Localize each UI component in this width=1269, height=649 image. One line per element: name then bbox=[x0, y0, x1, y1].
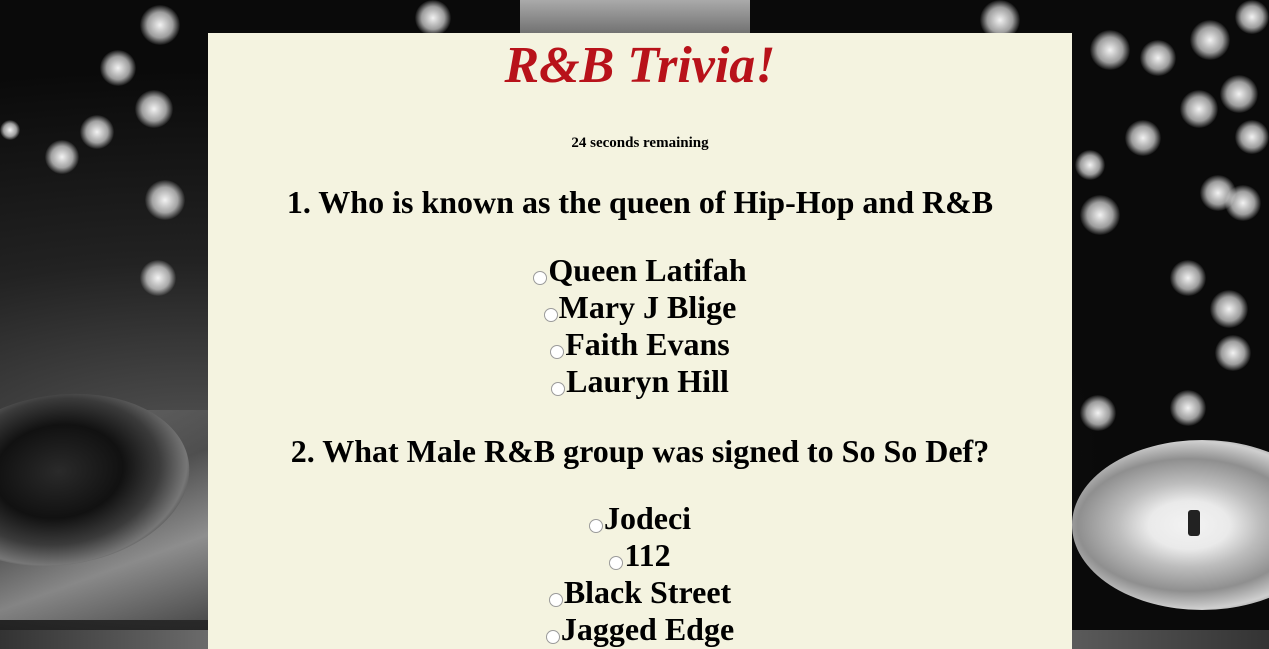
radio-button[interactable] bbox=[545, 630, 560, 644]
question-2-options: Jodeci 112 Black Street Jagged Edge bbox=[208, 500, 1072, 648]
option-label: Lauryn Hill bbox=[566, 363, 729, 399]
option-jodeci[interactable]: Jodeci bbox=[208, 500, 1072, 537]
option-black-street[interactable]: Black Street bbox=[208, 574, 1072, 611]
countdown-timer: 24 seconds remaining bbox=[571, 135, 709, 151]
page-title: R&B Trivia! bbox=[504, 37, 776, 94]
option-lauryn-hill[interactable]: Lauryn Hill bbox=[208, 363, 1072, 400]
radio-button[interactable] bbox=[550, 345, 565, 359]
turntable-right-record bbox=[1072, 440, 1269, 610]
option-112[interactable]: 112 bbox=[208, 537, 1072, 574]
turntable-spindle bbox=[1188, 510, 1200, 536]
radio-button[interactable] bbox=[533, 271, 548, 285]
radio-button[interactable] bbox=[548, 593, 563, 607]
question-1-text: 1. Who is known as the queen of Hip-Hop … bbox=[286, 184, 994, 220]
option-mary-j-blige[interactable]: Mary J Blige bbox=[208, 289, 1072, 326]
question-1-options: Queen Latifah Mary J Blige Faith Evans L… bbox=[208, 252, 1072, 400]
question-2-text: 2. What Male R&B group was signed to So … bbox=[290, 433, 990, 469]
option-label: Black Street bbox=[563, 574, 732, 610]
radio-button[interactable] bbox=[609, 556, 624, 570]
option-label: 112 bbox=[624, 537, 671, 573]
option-label: Jagged Edge bbox=[560, 611, 735, 647]
option-faith-evans[interactable]: Faith Evans bbox=[208, 326, 1072, 363]
option-queen-latifah[interactable]: Queen Latifah bbox=[208, 252, 1072, 289]
option-label: Jodeci bbox=[603, 500, 692, 536]
radio-button[interactable] bbox=[588, 519, 603, 533]
option-label: Queen Latifah bbox=[548, 252, 747, 288]
option-label: Mary J Blige bbox=[558, 289, 737, 325]
option-label: Faith Evans bbox=[565, 326, 730, 362]
radio-button[interactable] bbox=[543, 308, 558, 322]
radio-button[interactable] bbox=[551, 382, 566, 396]
option-jagged-edge[interactable]: Jagged Edge bbox=[208, 611, 1072, 648]
trivia-panel: R&B Trivia! 24 seconds remaining 1. Who … bbox=[208, 33, 1072, 649]
